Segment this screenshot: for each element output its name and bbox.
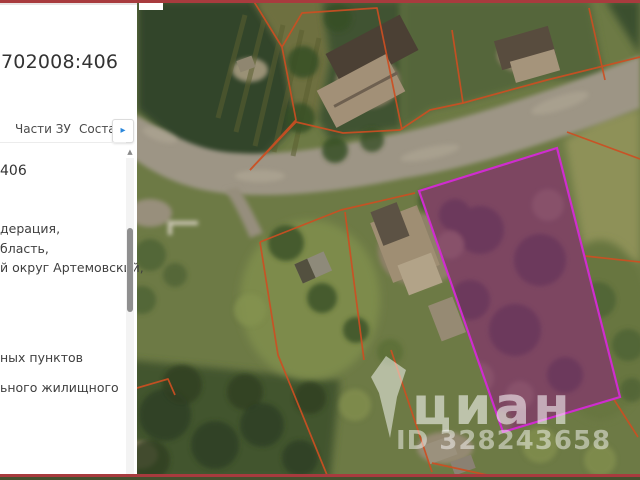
bottom-red-border: [0, 474, 640, 477]
panel-scrollbar-thumb[interactable]: [127, 228, 133, 312]
watermark-id: ID 328243658: [396, 426, 611, 456]
address-line: й округ Артемовский,: [0, 260, 144, 275]
tab-chasti-zu[interactable]: Части ЗУ: [15, 122, 71, 136]
panel-scrollbar-track[interactable]: [126, 158, 134, 474]
panel-top-divider: [0, 3, 137, 5]
parcel-number-line: 406: [0, 163, 27, 179]
address-line: дерация,: [0, 221, 61, 236]
tabs-divider: [0, 142, 126, 143]
permitted-use-line: ьного жилищного: [0, 380, 119, 395]
top-popup-fragment: [139, 2, 163, 10]
app-window: циан ID 328243658 702008:406 Части ЗУ Со…: [0, 0, 640, 480]
info-panel: 702008:406 Части ЗУ Состав ▸ 406 дерация…: [0, 0, 144, 480]
top-red-border: [0, 0, 640, 3]
scroll-up-icon[interactable]: ▲: [126, 146, 134, 158]
land-category-line: ных пунктов: [0, 350, 84, 365]
tabs-expand-button[interactable]: ▸: [112, 119, 134, 143]
address-line: бласть,: [0, 241, 49, 256]
chevron-right-icon: ▸: [120, 125, 126, 136]
cadastral-number: 702008:406: [1, 51, 119, 73]
tabs-bar: Части ЗУ Состав ▸: [0, 119, 137, 143]
